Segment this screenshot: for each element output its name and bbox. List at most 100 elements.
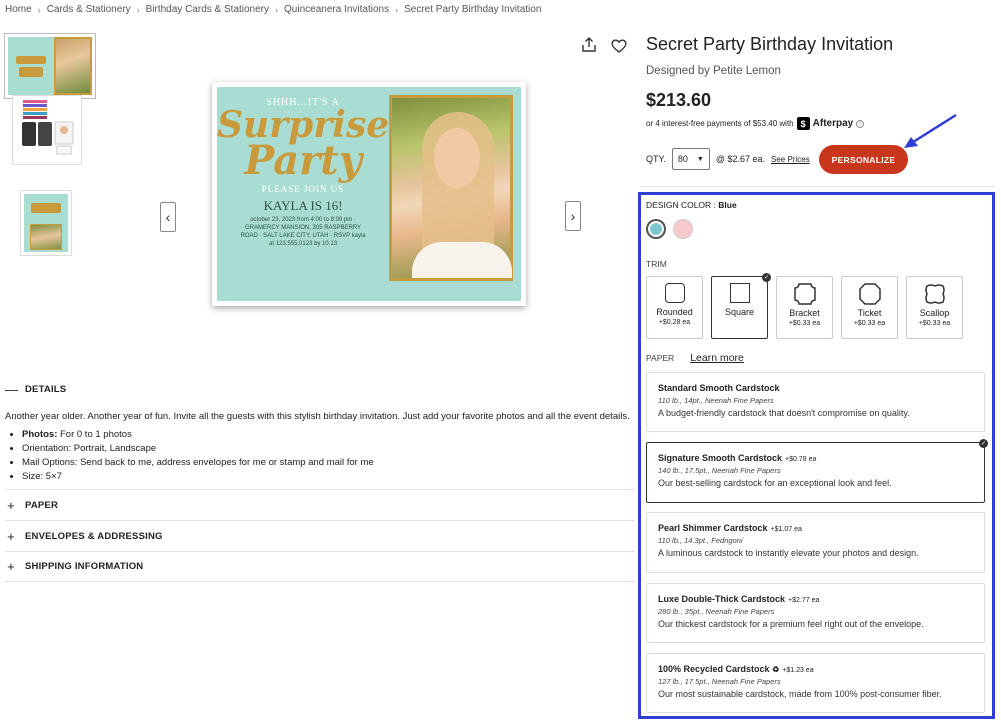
paper-option-standard[interactable]: Standard Smooth Cardstock 110 lb., 14pt.… <box>646 372 985 432</box>
trim-price: +$0.33 ea <box>853 320 886 327</box>
scallop-trim-icon <box>924 284 945 304</box>
quantity-row: QTY. 80 ▼ @ $2.67 ea. See Prices <box>646 148 810 170</box>
paper-label: PAPER <box>646 353 675 363</box>
thumbnail-3[interactable] <box>20 190 72 256</box>
square-trim-icon <box>729 283 750 303</box>
color-swatch-pink[interactable] <box>673 219 693 239</box>
trim-price: +$0.33 ea <box>788 320 821 327</box>
breadcrumb-birthday[interactable]: Birthday Cards & Stationery <box>146 4 269 15</box>
color-swatch-blue[interactable] <box>646 219 666 239</box>
paper-name: Standard Smooth Cardstock <box>658 383 780 393</box>
chevron-right-icon: › <box>275 4 279 15</box>
paper-desc: Our best-selling cardstock for an except… <box>658 478 892 488</box>
trim-name: Scallop <box>919 308 950 318</box>
paper-spec: 280 lb., 35pt., Neenah Fine Papers <box>658 607 775 616</box>
paper-price: +$1.23 ea <box>782 667 814 674</box>
details-accordion-header[interactable]: — DETAILS <box>5 382 635 397</box>
next-image-button[interactable]: › <box>565 201 581 231</box>
see-prices-link[interactable]: See Prices <box>771 155 810 164</box>
card-text-details: october 23, 2023 from 4:00 to 8:00 pm · … <box>240 217 366 247</box>
afterpay-text: or 4 interest-free payments of $53.40 wi… <box>646 119 794 128</box>
ticket-trim-icon <box>858 283 881 305</box>
details-heading: DETAILS <box>25 384 67 395</box>
design-color-value: Blue <box>718 200 737 210</box>
paper-option-luxe[interactable]: Luxe Double-Thick Cardstock +$2.77 ea 280… <box>646 583 985 643</box>
trim-option-bracket[interactable]: Bracket +$0.33 ea <box>776 276 833 339</box>
annotation-arrow-icon <box>904 113 957 148</box>
paper-name: Luxe Double-Thick Cardstock <box>658 594 786 604</box>
paper-price: +$1.07 ea <box>770 526 802 533</box>
product-price: $213.60 <box>646 90 712 110</box>
paper-price: +$2.77 ea <box>788 597 820 604</box>
card-photo <box>389 95 513 281</box>
paper-name: Pearl Shimmer Cardstock <box>658 523 768 533</box>
paper-option-pearl[interactable]: Pearl Shimmer Cardstock +$1.07 ea 110 lb.… <box>646 512 985 573</box>
quantity-select[interactable]: 80 ▼ <box>671 148 710 170</box>
detail-bullet: Orientation: Portrait, Landscape <box>22 442 635 456</box>
thumbnail-2[interactable] <box>12 95 82 165</box>
breadcrumb-home[interactable]: Home <box>5 4 32 15</box>
bracket-trim-icon <box>793 283 816 305</box>
paper-option-recycled[interactable]: 100% Recycled Cardstock ♻ +$1.23 ea 127 l… <box>646 653 985 713</box>
paper-desc: Our thickest cardstock for a premium fee… <box>658 619 924 629</box>
minus-icon: — <box>5 382 19 397</box>
afterpay-brand: Afterpay <box>812 118 854 129</box>
card-text-line3: Party <box>244 137 362 184</box>
detail-bullet: Size: 5×7 <box>22 470 635 484</box>
share-button[interactable] <box>580 36 598 54</box>
rounded-trim-icon <box>664 283 685 303</box>
paper-spec: 110 lb., 14pt., Neenah Fine Papers <box>658 396 774 405</box>
check-icon: ✓ <box>762 273 771 282</box>
thumbnail-portrait-image <box>24 194 68 252</box>
chevron-right-icon: › <box>395 4 399 15</box>
info-icon[interactable]: i <box>856 119 865 128</box>
paper-option-signature[interactable]: Signature Smooth Cardstock +$0.78 ea 140 … <box>646 439 988 503</box>
paper-desc: A luminous cardstock to instantly elevat… <box>658 548 919 558</box>
plus-icon: + <box>7 497 15 513</box>
paper-price: +$0.78 ea <box>785 456 817 463</box>
trim-option-square[interactable]: Square ✓ <box>711 273 771 339</box>
breadcrumb-cards[interactable]: Cards & Stationery <box>47 4 131 15</box>
accordion-envelopes[interactable]: + ENVELOPES & ADDRESSING <box>5 520 635 551</box>
learn-more-link[interactable]: Learn more <box>690 352 744 364</box>
envelope-assortment-image <box>22 100 74 155</box>
trim-option-ticket[interactable]: Ticket +$0.33 ea <box>841 276 898 339</box>
afterpay-info: or 4 interest-free payments of $53.40 wi… <box>646 117 865 130</box>
plus-icon: + <box>7 528 15 544</box>
favorite-button[interactable] <box>610 37 628 55</box>
qty-label: QTY. <box>646 154 666 164</box>
accordion-label: ENVELOPES & ADDRESSING <box>25 530 163 542</box>
trim-price: +$0.33 ea <box>918 320 951 327</box>
personalize-button[interactable]: PERSONALIZE <box>819 145 908 174</box>
breadcrumb: Home › Cards & Stationery › Birthday Cards… <box>5 4 541 15</box>
qty-value: 80 <box>677 154 688 164</box>
trim-name: Rounded <box>656 307 693 317</box>
paper-name: 100% Recycled Cardstock <box>658 664 770 674</box>
details-section: — DETAILS Another year older. Another ye… <box>5 382 635 582</box>
chevron-right-icon: › <box>570 208 576 224</box>
detail-bullet: Mail Options: Send back to me, address e… <box>22 456 635 470</box>
paper-desc: A budget-friendly cardstock that doesn't… <box>658 408 910 418</box>
paper-spec: 127 lb., 17.5pt., Neenah Fine Papers <box>658 677 781 686</box>
trim-option-scallop[interactable]: Scallop +$0.33 ea <box>906 276 963 339</box>
trim-options: Rounded +$0.28 ea Square ✓ Bracket +$0.3… <box>646 273 963 339</box>
unit-price: @ $2.67 ea. <box>715 154 766 164</box>
card-text-line4: PLEASE JOIN US <box>261 184 345 194</box>
breadcrumb-quinceanera[interactable]: Quinceanera Invitations <box>284 4 389 15</box>
trim-price: +$0.28 ea <box>658 319 691 326</box>
accordion-paper[interactable]: + PAPER <box>5 489 635 520</box>
breadcrumb-current: Secret Party Birthday Invitation <box>404 4 542 15</box>
thumbnail-1[interactable] <box>4 33 96 99</box>
paper-name: Signature Smooth Cardstock <box>658 453 783 463</box>
plus-icon: + <box>7 559 15 574</box>
check-icon: ✓ <box>979 439 988 448</box>
detail-bullet: Photos: For 0 to 1 photos <box>22 428 635 442</box>
trim-name: Square <box>724 307 755 317</box>
accordion-shipping[interactable]: + SHIPPING INFORMATION <box>5 551 635 582</box>
trim-name: Ticket <box>857 308 882 318</box>
previous-image-button[interactable]: ‹ <box>160 202 176 232</box>
accordion-label: SHIPPING INFORMATION <box>25 561 144 572</box>
recycle-icon: ♻ <box>772 665 780 674</box>
trim-option-rounded[interactable]: Rounded +$0.28 ea <box>646 276 703 339</box>
product-designer[interactable]: Designed by Petite Lemon <box>646 65 781 77</box>
